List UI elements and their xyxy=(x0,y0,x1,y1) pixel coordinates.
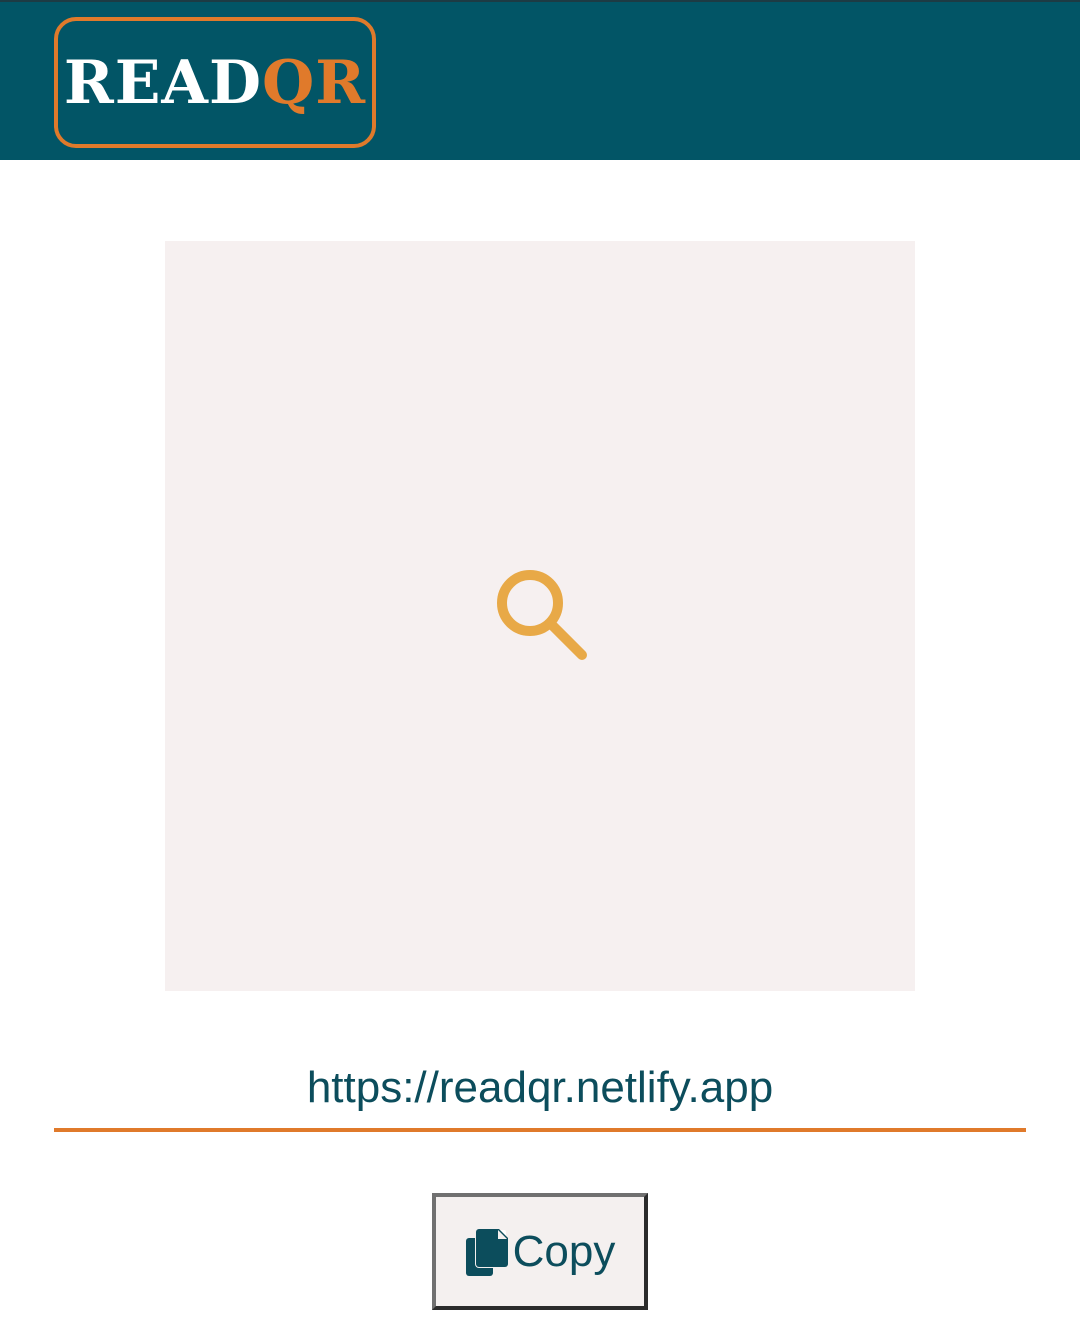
copy-button[interactable]: Copy xyxy=(432,1193,648,1310)
search-icon xyxy=(497,570,587,660)
qr-scan-area[interactable] xyxy=(165,241,915,991)
app-header: READ QR xyxy=(0,0,1080,160)
decoded-url-text: https://readqr.netlify.app xyxy=(306,1063,774,1112)
readqr-logo[interactable]: READ QR xyxy=(54,17,376,148)
logo-text-read: READ xyxy=(63,47,263,118)
copy-button-label: Copy xyxy=(512,1226,616,1276)
copy-icon xyxy=(465,1227,508,1276)
logo-text-qr: QR xyxy=(262,47,367,118)
decoded-url-field[interactable]: https://readqr.netlify.app xyxy=(54,1052,1026,1132)
